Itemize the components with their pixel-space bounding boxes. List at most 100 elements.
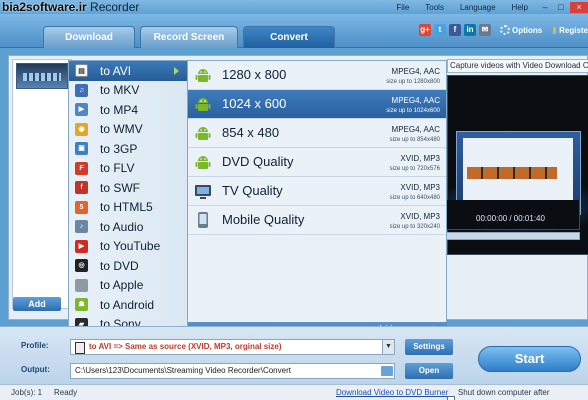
format-item-android[interactable]: ☗ to Android [69,295,187,315]
seek-bar[interactable] [438,232,580,240]
format-item-html5[interactable]: 5 to HTML5 [69,198,187,218]
android-icon: ☗ [75,298,88,312]
add-button[interactable]: Add [13,297,61,311]
register-label: Registe [559,25,588,35]
audio-icon: ♪ [75,220,88,234]
preset-size: size up to 1024x600 [386,108,440,114]
dvd-burner-link[interactable]: Download Video to DVD Burner [336,385,448,400]
bottom-panel: Profile: to AVI => Same as source (XVID,… [0,326,588,384]
social-links: g+ t f in ✉ Options ⚷ Registe [419,24,588,36]
format-menu: ▤ to AVI ♫ to MKV ▶ to MP4 ◉ to WMV ▣ to 3GP Fto F… [68,60,188,336]
format-item-youtube[interactable]: ▶ to YouTube [69,237,187,257]
app-title: bia2software.ir Recorder [0,0,139,14]
file-list[interactable] [12,59,72,309]
maximize-button[interactable]: □ [554,2,568,13]
menu-help[interactable]: Help [504,3,536,12]
preset-name: 854 x 480 [222,125,280,140]
preset-name: DVD Quality [222,154,294,169]
toolbar: Download Record Screen Convert g+ t f in… [0,14,588,48]
preset-codec: XVID, MP3 [400,154,440,163]
linkedin-icon[interactable]: in [464,24,477,36]
preset-item[interactable]: Mobile Quality XVID, MP3 size up to 320x24… [188,206,446,235]
mkv-icon: ♫ [75,83,88,97]
output-path-field[interactable]: C:\Users\123\Documents\Streaming Video R… [70,363,395,379]
settings-button[interactable]: Settings [405,339,453,355]
format-item-mkv[interactable]: ♫ to MKV [69,81,187,101]
folder-icon[interactable] [381,366,393,376]
tv-icon [194,182,212,200]
preset-codec: MPEG4, AAC [391,96,440,105]
format-item-label: to FLV [100,161,135,176]
format-item-label: to HTML5 [100,200,153,215]
facebook-icon[interactable]: f [449,24,462,36]
preset-item[interactable]: 854 x 480 MPEG4, AAC size up to 854x480 [188,119,446,148]
chevron-down-icon[interactable]: ▼ [382,340,394,354]
chat-icon[interactable]: ✉ [479,24,492,36]
tab-record-screen[interactable]: Record Screen [140,26,238,48]
preset-codec: MPEG4, AAC [391,67,440,76]
options-label: Options [512,25,543,35]
format-item-label: to SWF [100,180,141,195]
options-button[interactable]: Options [500,25,542,35]
android-icon [194,153,212,171]
close-button[interactable]: × [570,1,588,13]
dvd-icon: ◎ [75,259,88,273]
preset-size: size up to 640x480 [389,195,440,201]
format-item-label: to DVD [100,258,139,273]
format-item-label: to MP4 [100,102,139,117]
youtube-icon: ▶ [75,239,88,253]
avi-icon: ▤ [75,64,88,78]
menu-tools[interactable]: Tools [417,3,452,12]
format-item-label: to MKV [100,83,140,98]
menu-file[interactable]: File [388,3,417,12]
format-item-apple[interactable]: to Apple [69,276,187,296]
preset-item[interactable]: 1280 x 800 MPEG4, AAC size up to 1280x800 [188,61,446,90]
profile-select[interactable]: to AVI => Same as source (XVID, MP3, org… [70,339,395,355]
preset-size: size up to 854x480 [389,137,440,143]
android-icon [194,95,212,113]
preset-codec: XVID, MP3 [400,183,440,192]
preset-item[interactable]: DVD Quality XVID, MP3 size up to 720x576 [188,148,446,177]
submenu-arrow-icon [174,67,179,75]
shutdown-label: Shut down computer after conversion [457,388,550,397]
swf-icon: f [75,181,88,195]
preset-codec: MPEG4, AAC [391,125,440,134]
gear-icon [500,25,511,35]
preset-item[interactable]: TV Quality XVID, MP3 size up to 640x480 [188,177,446,206]
preset-item[interactable]: 1024 x 600 MPEG4, AAC size up to 1024x600 [188,90,446,119]
format-item-wmv[interactable]: ◉ to WMV [69,120,187,140]
format-item-flv[interactable]: Fto FLV [69,159,187,179]
mp4-icon: ▶ [75,103,88,117]
google-plus-icon[interactable]: g+ [419,24,432,36]
format-item-3gp[interactable]: ▣ to 3GP [69,139,187,159]
menu-bar: File Tools Language Help – □ × [388,0,588,14]
menu-language[interactable]: Language [452,3,504,12]
key-icon: ⚷ [551,25,558,35]
preset-name: Mobile Quality [222,212,305,227]
preset-size: size up to 320x240 [389,224,440,230]
3gp-icon: ▣ [75,142,88,156]
start-button[interactable]: Start [478,346,581,372]
preset-menu: 1280 x 800 MPEG4, AAC size up to 1280x800 1… [188,60,447,336]
preset-codec: XVID, MP3 [400,212,440,221]
shutdown-option[interactable]: Shut down computer after conversion [447,385,588,400]
shutdown-checkbox[interactable] [447,396,455,400]
jobs-count: Job(s): 1 [11,388,43,397]
register-button[interactable]: ⚷ Registe [551,26,588,35]
twitter-icon[interactable]: t [434,24,447,36]
tab-download[interactable]: Download [43,26,135,48]
profile-value: to AVI => Same as source (XVID, MP3, org… [89,342,282,351]
tab-convert[interactable]: Convert [243,26,335,48]
minimize-button[interactable]: – [538,2,552,13]
file-thumbnail[interactable] [16,63,68,89]
profile-label: Profile: [21,341,49,350]
format-item-swf[interactable]: f to SWF [69,178,187,198]
format-item-audio[interactable]: ♪ to Audio [69,217,187,237]
format-item-dvd[interactable]: ◎ to DVD [69,256,187,276]
format-item-label: to Audio [100,219,144,234]
flv-icon: F [75,161,88,175]
format-item-mp4[interactable]: ▶ to MP4 [69,100,187,120]
format-item-label: to YouTube [100,239,161,254]
format-item-avi[interactable]: ▤ to AVI [69,61,187,81]
open-button[interactable]: Open [405,363,453,379]
